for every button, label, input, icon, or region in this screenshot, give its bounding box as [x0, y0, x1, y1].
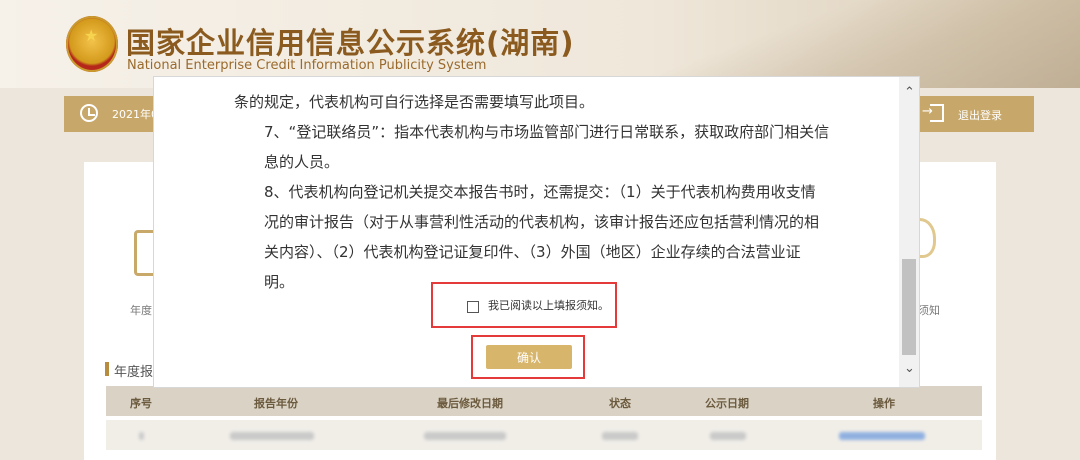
logout-button[interactable]: 退出登录	[922, 104, 1026, 126]
current-date: 2021年0	[112, 108, 158, 121]
site-subtitle: National Enterprise Credit Information P…	[127, 58, 487, 73]
site-title: 国家企业信用信息公示系统(湖南)	[126, 26, 575, 60]
col-publish-date: 公示日期	[705, 397, 749, 410]
read-confirmation-highlight: 我已阅读以上填报须知。	[431, 282, 617, 328]
col-report-year: 报告年份	[254, 397, 298, 410]
read-confirmation-checkbox[interactable]	[467, 301, 479, 313]
logout-icon	[922, 104, 944, 122]
notice-paragraph: 8、代表机构向登记机关提交本报告书时，还需提交：（1）关于代表机构费用收支情况的…	[264, 183, 820, 291]
blurred-cell	[602, 432, 638, 440]
logout-label: 退出登录	[958, 109, 1002, 122]
confirm-button-highlight: 确认	[471, 335, 585, 379]
scroll-thumb[interactable]	[902, 259, 916, 355]
blurred-cell	[230, 432, 314, 440]
blurred-cell	[139, 432, 144, 440]
notice-text: 条的规定，代表机构可自行选择是否需要填写此项目。 7、“登记联络员”：指本代表机…	[234, 77, 830, 297]
national-emblem-icon: ★	[66, 16, 118, 72]
blurred-action-link[interactable]	[839, 432, 925, 440]
scroll-up-arrow-icon[interactable]: ⌃	[904, 85, 915, 100]
notice-modal: 条的规定，代表机构可自行选择是否需要填写此项目。 7、“登记联络员”：指本代表机…	[153, 76, 920, 388]
col-actions: 操作	[873, 397, 895, 410]
read-confirmation-label[interactable]: 我已阅读以上填报须知。	[488, 297, 609, 313]
table-header: 序号 报告年份 最后修改日期 状态 公示日期 操作	[106, 386, 982, 416]
confirm-button[interactable]: 确认	[486, 345, 572, 369]
site-header: ★ 国家企业信用信息公示系统(湖南) National Enterprise C…	[0, 0, 1080, 88]
notice-paragraph: 条的规定，代表机构可自行选择是否需要填写此项目。	[234, 93, 595, 111]
annual-report-tile-label: 年度	[130, 304, 152, 317]
table-row	[106, 420, 982, 450]
scroll-down-arrow-icon[interactable]: ⌄	[904, 361, 915, 376]
col-status: 状态	[609, 397, 631, 410]
modal-scrollbar[interactable]: ⌃ ⌄	[899, 77, 919, 387]
notice-tile-label: 须知	[918, 304, 940, 317]
col-index: 序号	[130, 397, 152, 410]
blurred-cell	[710, 432, 746, 440]
blurred-cell	[424, 432, 506, 440]
notice-paragraph: 7、“登记联络员”：指本代表机构与市场监管部门进行日常联系，获取政府部门相关信息…	[264, 123, 830, 171]
section-title: 年度报	[114, 365, 154, 380]
col-last-modified: 最后修改日期	[437, 397, 503, 410]
header-landscape-image	[660, 0, 1080, 88]
section-marker	[105, 362, 109, 376]
clock-icon	[80, 104, 98, 122]
